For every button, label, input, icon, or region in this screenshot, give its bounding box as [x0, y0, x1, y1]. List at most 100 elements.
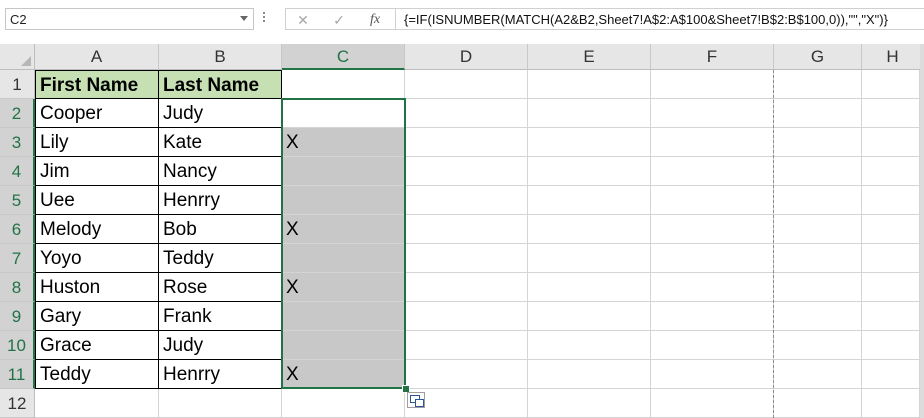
- drag-handle-icon[interactable]: [262, 10, 266, 28]
- column-header-e[interactable]: E: [528, 44, 651, 70]
- cell-a6[interactable]: Melody: [35, 215, 159, 244]
- empty-cell[interactable]: [651, 389, 774, 418]
- cell-a1[interactable]: First Name: [35, 70, 159, 99]
- empty-cell[interactable]: [651, 273, 774, 302]
- row-header[interactable]: 8: [0, 273, 35, 302]
- cell-b11[interactable]: Henrry: [159, 360, 282, 389]
- empty-cell[interactable]: [774, 128, 862, 157]
- empty-cell[interactable]: [528, 128, 651, 157]
- cell-c10[interactable]: [282, 331, 405, 360]
- cell-a5[interactable]: Uee: [35, 186, 159, 215]
- empty-cell[interactable]: [651, 186, 774, 215]
- column-header-a[interactable]: A: [35, 44, 159, 70]
- empty-cell[interactable]: [774, 70, 862, 99]
- empty-cell[interactable]: [862, 99, 920, 128]
- row-header[interactable]: 6: [0, 215, 35, 244]
- cell-a8[interactable]: Huston: [35, 273, 159, 302]
- empty-cell[interactable]: [651, 360, 774, 389]
- column-header-b[interactable]: B: [159, 44, 282, 70]
- empty-cell[interactable]: [405, 215, 528, 244]
- empty-cell[interactable]: [405, 128, 528, 157]
- column-header-f[interactable]: F: [651, 44, 774, 70]
- cell-c2[interactable]: [282, 99, 405, 128]
- cell-b7[interactable]: Teddy: [159, 244, 282, 273]
- empty-cell[interactable]: [405, 302, 528, 331]
- empty-cell[interactable]: [862, 215, 920, 244]
- cell-a4[interactable]: Jim: [35, 157, 159, 186]
- row-header[interactable]: 9: [0, 302, 35, 331]
- cell-a11[interactable]: Teddy: [35, 360, 159, 389]
- cell-a3[interactable]: Lily: [35, 128, 159, 157]
- empty-cell[interactable]: [862, 244, 920, 273]
- cell-b8[interactable]: Rose: [159, 273, 282, 302]
- empty-cell[interactable]: [528, 273, 651, 302]
- empty-cell[interactable]: [862, 389, 920, 418]
- row-header[interactable]: 1: [0, 70, 35, 99]
- empty-cell[interactable]: [528, 157, 651, 186]
- empty-cell[interactable]: [405, 360, 528, 389]
- cell-c3[interactable]: X: [282, 128, 405, 157]
- empty-cell[interactable]: [774, 360, 862, 389]
- cell-a2[interactable]: Cooper: [35, 99, 159, 128]
- empty-cell[interactable]: [862, 360, 920, 389]
- empty-cell[interactable]: [651, 99, 774, 128]
- empty-cell[interactable]: [651, 128, 774, 157]
- cell-b6[interactable]: Bob: [159, 215, 282, 244]
- row-header[interactable]: 7: [0, 244, 35, 273]
- empty-cell[interactable]: [528, 70, 651, 99]
- empty-cell[interactable]: [405, 186, 528, 215]
- empty-cell[interactable]: [774, 331, 862, 360]
- empty-cell[interactable]: [651, 302, 774, 331]
- empty-cell[interactable]: [528, 215, 651, 244]
- empty-cell[interactable]: [528, 331, 651, 360]
- cell-a7[interactable]: Yoyo: [35, 244, 159, 273]
- empty-cell[interactable]: [774, 186, 862, 215]
- empty-cell[interactable]: [774, 389, 862, 418]
- empty-cell[interactable]: [862, 157, 920, 186]
- empty-cell[interactable]: [405, 273, 528, 302]
- cell-a9[interactable]: Gary: [35, 302, 159, 331]
- empty-cell[interactable]: [774, 244, 862, 273]
- empty-cell[interactable]: [651, 331, 774, 360]
- row-header[interactable]: 5: [0, 186, 35, 215]
- cancel-icon[interactable]: ✕: [288, 10, 318, 30]
- empty-cell[interactable]: [651, 157, 774, 186]
- cell-b3[interactable]: Kate: [159, 128, 282, 157]
- empty-cell[interactable]: [862, 70, 920, 99]
- empty-cell[interactable]: [651, 215, 774, 244]
- cell-a12[interactable]: [35, 389, 159, 418]
- chevron-down-icon[interactable]: [240, 16, 248, 21]
- empty-cell[interactable]: [774, 99, 862, 128]
- empty-cell[interactable]: [528, 244, 651, 273]
- empty-cell[interactable]: [405, 244, 528, 273]
- cell-c11[interactable]: X: [282, 360, 405, 389]
- empty-cell[interactable]: [528, 360, 651, 389]
- empty-cell[interactable]: [774, 157, 862, 186]
- empty-cell[interactable]: [528, 302, 651, 331]
- quick-analysis-icon[interactable]: [407, 392, 425, 408]
- cell-c1[interactable]: [282, 70, 405, 99]
- cell-a10[interactable]: Grace: [35, 331, 159, 360]
- cell-c6[interactable]: X: [282, 215, 405, 244]
- row-header[interactable]: 12: [0, 389, 35, 418]
- empty-cell[interactable]: [774, 215, 862, 244]
- empty-cell[interactable]: [405, 99, 528, 128]
- cell-b5[interactable]: Henrry: [159, 186, 282, 215]
- empty-cell[interactable]: [774, 302, 862, 331]
- name-box[interactable]: C2: [5, 8, 254, 30]
- empty-cell[interactable]: [774, 273, 862, 302]
- cell-c12[interactable]: [282, 389, 405, 418]
- check-icon[interactable]: ✓: [324, 10, 354, 30]
- empty-cell[interactable]: [651, 70, 774, 99]
- empty-cell[interactable]: [405, 157, 528, 186]
- empty-cell[interactable]: [862, 331, 920, 360]
- cell-b2[interactable]: Judy: [159, 99, 282, 128]
- column-header-h[interactable]: H: [862, 44, 924, 70]
- row-header[interactable]: 2: [0, 99, 35, 128]
- scrollbar-edge[interactable]: [920, 44, 924, 418]
- cell-c8[interactable]: X: [282, 273, 405, 302]
- empty-cell[interactable]: [862, 186, 920, 215]
- row-header[interactable]: 4: [0, 157, 35, 186]
- empty-cell[interactable]: [528, 389, 651, 418]
- cell-c9[interactable]: [282, 302, 405, 331]
